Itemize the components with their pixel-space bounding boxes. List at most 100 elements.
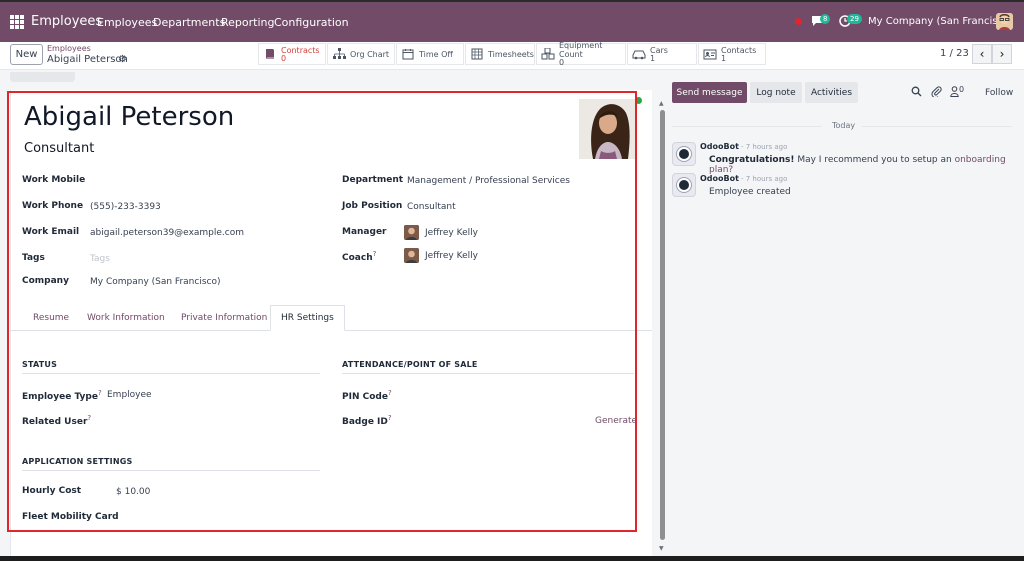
odoobot-avatar[interactable] <box>672 173 696 197</box>
date-divider-left <box>672 126 822 127</box>
coach-avatar <box>404 248 419 263</box>
form-status-strip <box>10 72 75 82</box>
new-button[interactable]: New <box>10 44 43 65</box>
address-card-icon <box>703 47 717 61</box>
status-section-title: STATUS <box>22 360 320 374</box>
search-icon[interactable] <box>911 86 922 100</box>
tags-label: Tags <box>22 253 45 263</box>
hourly-cost-label: Hourly Cost <box>22 486 82 496</box>
cubes-icon <box>541 47 555 61</box>
record-icon[interactable] <box>795 18 802 25</box>
user-avatar[interactable] <box>996 13 1013 30</box>
company-value[interactable]: My Company (San Francisco) <box>90 277 220 287</box>
cars-smart-button[interactable]: Cars 1 <box>627 43 697 65</box>
pager-next-button[interactable]: › <box>992 44 1012 64</box>
contracts-smart-button[interactable]: Contracts 0 <box>258 43 326 65</box>
coach-label-text: Coach <box>342 253 373 263</box>
manager-value[interactable]: Jeffrey Kelly <box>425 228 478 238</box>
job-position-value[interactable]: Consultant <box>407 202 456 212</box>
smart-count: 0 <box>559 58 565 67</box>
scroll-down-icon[interactable]: ▼ <box>659 545 664 552</box>
control-panel: New Employees Abigail Peterson ⚙ Contrac… <box>0 41 1024 70</box>
pager-value[interactable]: 1 / 23 <box>940 48 969 59</box>
employee-type-value[interactable]: Employee <box>107 390 152 400</box>
scroll-up-icon[interactable]: ▲ <box>659 100 664 107</box>
form-scrollbar[interactable]: ▲ ▼ <box>658 100 666 561</box>
work-phone-label: Work Phone <box>22 201 84 211</box>
smart-label: Equipment Count <box>559 41 603 59</box>
smart-count: 0 <box>281 53 287 63</box>
tab-resume[interactable]: Resume <box>33 305 69 331</box>
message-author[interactable]: OdooBot <box>700 174 739 183</box>
related-user-label: Related User? <box>22 414 91 427</box>
form-notebook-tabs: Resume Work Information Private Informat… <box>10 305 652 331</box>
coach-value[interactable]: Jeffrey Kelly <box>425 251 478 261</box>
nav-employees[interactable]: Employees <box>97 16 157 29</box>
app-menu-icon[interactable] <box>10 15 24 29</box>
work-email-value[interactable]: abigail.peterson39@example.com <box>90 228 244 238</box>
breadcrumb-parent[interactable]: Employees <box>47 44 91 53</box>
pager-previous-button[interactable]: ‹ <box>972 44 992 64</box>
message-text: May I recommend you to setup an <box>794 155 955 165</box>
message-time: - 7 hours ago <box>741 175 788 183</box>
date-divider-right <box>862 126 1012 127</box>
nav-reporting[interactable]: Reporting <box>221 16 274 29</box>
work-email-label: Work Email <box>22 227 80 237</box>
paperclip-icon[interactable] <box>931 86 942 100</box>
tags-input[interactable]: Tags <box>90 254 110 264</box>
time-off-smart-button[interactable]: Time Off <box>396 43 464 65</box>
messages-badge: 8 <box>820 14 831 24</box>
job-position-label: Job Position <box>342 201 403 211</box>
nav-configuration[interactable]: Configuration <box>274 16 349 29</box>
activities-badge: 29 <box>847 14 862 24</box>
followers-count: 0 <box>959 85 965 94</box>
department-value[interactable]: Management / Professional Services <box>407 176 570 186</box>
send-message-button[interactable]: Send message <box>672 82 747 103</box>
activities-button[interactable]: Activities <box>805 82 858 103</box>
gear-icon[interactable]: ⚙ <box>118 54 127 65</box>
smart-count: 1 <box>650 53 656 63</box>
company-switcher[interactable]: My Company (San Francisco) <box>868 16 1013 27</box>
breadcrumb-current: Abigail Peterson <box>47 54 128 65</box>
help-icon: ? <box>372 250 377 258</box>
message-author[interactable]: OdooBot <box>700 142 739 151</box>
timesheets-smart-button[interactable]: Timesheets <box>465 43 535 65</box>
smart-label: Time Off <box>419 49 453 59</box>
app-name[interactable]: Employees <box>31 14 102 29</box>
employee-name[interactable]: Abigail Peterson <box>24 102 234 132</box>
chevron-left-icon: ‹ <box>979 47 985 61</box>
application-settings-section-title: APPLICATION SETTINGS <box>22 457 320 471</box>
work-mobile-label: Work Mobile <box>22 175 86 185</box>
main-navbar: Employees Employees Departments Reportin… <box>0 0 1024 42</box>
employee-type-label-text: Employee Type <box>22 392 98 402</box>
org-chart-smart-button[interactable]: Org Chart <box>327 43 395 65</box>
scroll-thumb[interactable] <box>660 110 665 540</box>
work-phone-value[interactable]: (555)-233-3393 <box>90 202 161 212</box>
presence-status-dot <box>635 97 642 104</box>
smart-label: Org Chart <box>350 49 390 59</box>
contacts-smart-button[interactable]: Contacts 1 <box>698 43 766 65</box>
employee-job-title[interactable]: Consultant <box>24 141 94 156</box>
department-label: Department <box>342 175 404 185</box>
employee-photo[interactable] <box>579 99 636 159</box>
follow-button[interactable]: Follow <box>985 88 1013 98</box>
help-icon: ? <box>387 389 392 397</box>
smart-label: Contacts <box>721 45 757 55</box>
tab-work-information[interactable]: Work Information <box>87 305 165 331</box>
message-bold: Congratulations! <box>709 155 795 165</box>
badge-id-label-text: Badge ID <box>342 417 388 427</box>
odoobot-avatar[interactable] <box>672 142 696 166</box>
related-user-label-text: Related User <box>22 417 88 427</box>
tab-hr-settings[interactable]: HR Settings <box>270 305 345 331</box>
equipment-smart-button[interactable]: Equipment Count 0 <box>536 41 626 67</box>
date-separator: Today <box>832 121 856 130</box>
followers-icon[interactable] <box>950 86 959 100</box>
pin-code-label-text: PIN Code <box>342 392 388 402</box>
tab-private-information[interactable]: Private Information <box>181 305 267 331</box>
generate-badge-link[interactable]: Generate <box>595 416 637 426</box>
nav-departments[interactable]: Departments <box>153 16 225 29</box>
chevron-right-icon: › <box>999 47 1005 61</box>
hourly-cost-value[interactable]: $ 10.00 <box>116 487 150 497</box>
log-note-button[interactable]: Log note <box>750 82 802 103</box>
fleet-mobility-card-label: Fleet Mobility Card <box>22 512 119 522</box>
